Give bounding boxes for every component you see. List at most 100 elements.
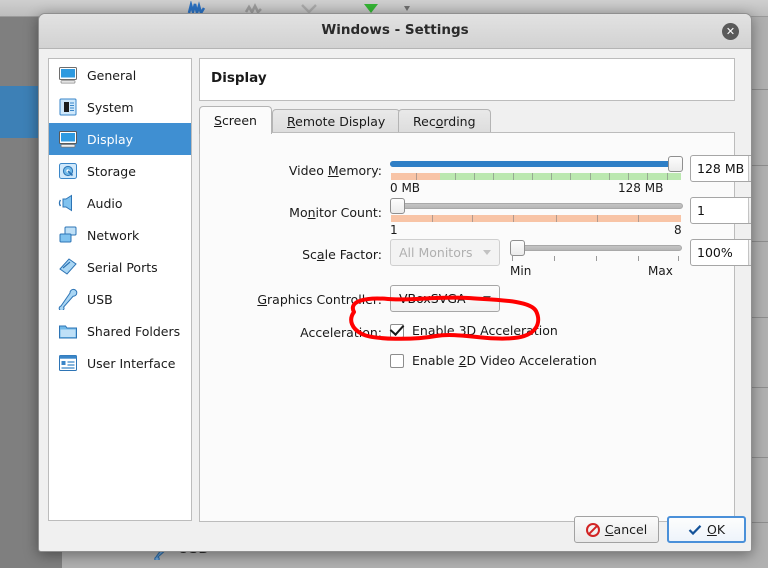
video-memory-label: Video Memory: — [288, 163, 382, 178]
page-title: Display — [211, 70, 267, 86]
dialog-titlebar: Windows - Settings ✕ — [39, 14, 751, 49]
sidebar-item-serial-ports[interactable]: Serial Ports — [49, 251, 191, 283]
enable-3d-acceleration-checkbox[interactable] — [390, 323, 404, 338]
enable-3d-acceleration-label[interactable]: Enable 3D Acceleration — [412, 323, 558, 338]
settings-category-list[interactable]: General System Display Storage Audio Net… — [48, 58, 192, 521]
graphics-controller-select[interactable]: VBoxSVGA — [390, 285, 500, 312]
monitor-count-gauge — [391, 215, 681, 222]
sidebar-item-label: User Interface — [87, 355, 176, 371]
sidebar-item-label: General — [87, 67, 137, 83]
harddisk-icon — [57, 160, 79, 182]
monitor-count-spinner[interactable]: 1 ▲ ▼ — [690, 197, 751, 224]
cancel-icon — [585, 522, 600, 537]
network-icon — [57, 224, 79, 246]
cancel-button[interactable]: Cancel — [574, 516, 659, 543]
tab-bar[interactable]: Screen Remote Display Recording — [199, 106, 735, 134]
ok-button[interactable]: OK — [667, 516, 746, 543]
speaker-icon — [57, 192, 79, 214]
scale-factor-ticks — [512, 256, 680, 262]
enable-2d-video-acceleration-label[interactable]: Enable 2D Video Acceleration — [412, 353, 597, 368]
sidebar-item-system[interactable]: System — [49, 91, 191, 123]
scale-factor-row: Scale Factor: All Monitors Min Max 100% — [200, 237, 751, 278]
scale-factor-max-label: Max — [648, 264, 673, 278]
sidebar-item-user-interface[interactable]: User Interface — [49, 347, 191, 379]
monitor-count-row: Monitor Count: 1 8 1 ▲ ▼ — [200, 195, 751, 237]
sidebar-item-network[interactable]: Network — [49, 219, 191, 251]
monitor-count-label: Monitor Count: — [289, 205, 382, 220]
slider-handle[interactable] — [510, 240, 525, 256]
monitor-count-min-label: 1 — [390, 223, 398, 237]
video-memory-stepper[interactable]: ▲ ▼ — [748, 156, 751, 182]
display-icon — [57, 128, 79, 150]
chip-icon — [57, 96, 79, 118]
monitor-count-value: 1 — [697, 203, 705, 218]
usb-icon — [57, 288, 79, 312]
monitor-icon — [57, 64, 79, 86]
chevron-down-icon — [483, 250, 491, 255]
monitor-count-max-label: 8 — [674, 223, 682, 237]
sidebar-item-label: Display — [87, 131, 134, 147]
slider-handle[interactable] — [668, 156, 683, 172]
folder-icon — [57, 320, 79, 342]
stepper-down-icon[interactable]: ▼ — [749, 169, 751, 182]
sidebar-item-display[interactable]: Display — [49, 123, 191, 155]
scale-factor-spinner[interactable]: 100% ▲ ▼ — [690, 239, 751, 266]
sidebar-item-label: System — [87, 99, 134, 115]
cancel-button-label: Cancel — [604, 522, 648, 537]
video-memory-slider[interactable] — [390, 156, 683, 172]
scale-factor-label: Scale Factor: — [302, 247, 382, 262]
monitor-count-stepper[interactable]: ▲ ▼ — [748, 198, 751, 224]
page-title-bar: Display — [199, 58, 735, 101]
enable-3d-acceleration-row[interactable]: Enable 3D Acceleration — [390, 323, 558, 338]
stepper-down-icon[interactable]: ▼ — [749, 253, 751, 266]
video-memory-min-label: 0 MB — [390, 181, 421, 195]
slider-track — [390, 203, 683, 209]
video-memory-gauge — [391, 173, 681, 180]
graphics-controller-row: Graphics Controller: VBoxSVGA — [200, 285, 734, 315]
scale-factor-monitor-select: All Monitors — [390, 239, 500, 266]
dialog-title: Windows - Settings — [321, 22, 469, 38]
settings-dialog: Windows - Settings ✕ General System Disp… — [38, 13, 752, 552]
stepper-up-icon[interactable]: ▲ — [749, 156, 751, 169]
tab-screen[interactable]: Screen — [199, 106, 272, 134]
video-memory-spinner[interactable]: 128 MB ▲ ▼ — [690, 155, 751, 182]
sidebar-item-label: Network — [87, 227, 140, 243]
scale-factor-min-label: Min — [510, 264, 532, 278]
enable-2d-video-acceleration-row[interactable]: Enable 2D Video Acceleration — [390, 353, 597, 368]
graphics-controller-value: VBoxSVGA — [399, 291, 466, 306]
sidebar-item-storage[interactable]: Storage — [49, 155, 191, 187]
stepper-up-icon[interactable]: ▲ — [749, 198, 751, 211]
slider-handle[interactable] — [390, 198, 405, 214]
video-memory-max-label: 128 MB — [618, 181, 664, 195]
sidebar-item-general[interactable]: General — [49, 59, 191, 91]
check-icon — [688, 524, 702, 535]
acceleration-label: Acceleration: — [300, 325, 382, 340]
user-interface-icon — [57, 352, 79, 374]
chevron-down-icon — [483, 296, 491, 301]
enable-2d-video-acceleration-checkbox[interactable] — [390, 353, 404, 368]
slider-fill — [390, 161, 673, 167]
stepper-up-icon[interactable]: ▲ — [749, 240, 751, 253]
scale-factor-monitor-value: All Monitors — [399, 245, 473, 260]
scale-factor-value: 100% — [697, 245, 733, 260]
monitor-count-slider[interactable] — [390, 198, 683, 214]
sidebar-item-label: Shared Folders — [87, 323, 181, 339]
graphics-controller-label: Graphics Controller: — [257, 292, 382, 307]
acceleration-row: Acceleration: Enable 3D Acceleration Ena… — [200, 323, 734, 383]
sidebar-item-audio[interactable]: Audio — [49, 187, 191, 219]
stepper-down-icon[interactable]: ▼ — [749, 211, 751, 224]
serial-port-icon — [57, 256, 79, 278]
scale-factor-stepper[interactable]: ▲ ▼ — [748, 240, 751, 266]
screen-tab-panel: Video Memory: 0 MB 128 MB 128 MB Monitor… — [199, 132, 751, 522]
tab-remote-display[interactable]: Remote Display — [272, 109, 401, 134]
video-memory-value: 128 MB — [697, 161, 745, 176]
sidebar-item-shared-folders[interactable]: Shared Folders — [49, 315, 191, 347]
ok-button-label: OK — [706, 522, 726, 537]
tab-recording[interactable]: Recording — [398, 109, 491, 134]
sidebar-item-label: USB — [87, 291, 113, 307]
sidebar-item-label: Serial Ports — [87, 259, 158, 275]
sidebar-item-label: Audio — [87, 195, 123, 211]
scale-factor-slider[interactable] — [510, 240, 682, 256]
close-icon[interactable]: ✕ — [722, 23, 739, 40]
sidebar-item-usb[interactable]: USB — [49, 283, 191, 315]
